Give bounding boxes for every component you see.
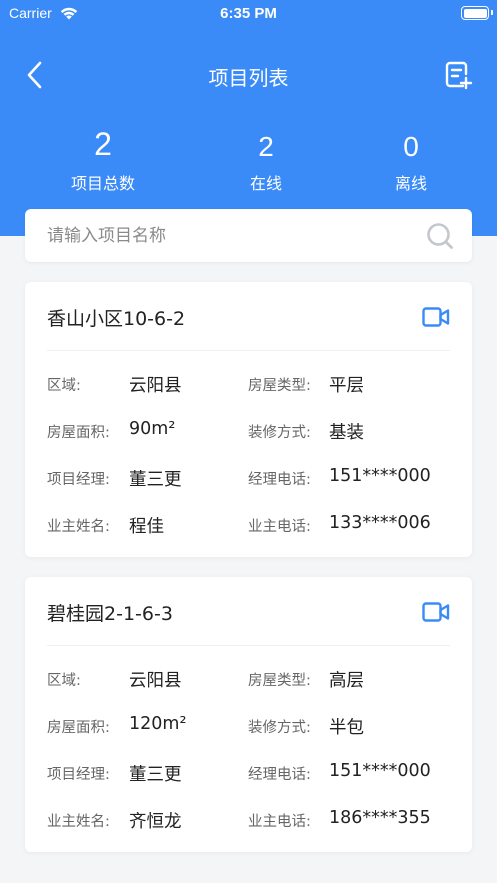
header-background [0, 0, 497, 236]
video-camera-icon[interactable] [422, 306, 450, 328]
field-label: 装修方式: [248, 720, 311, 736]
field-label: 经理电话: [248, 767, 311, 783]
field-label: 经理电话: [248, 472, 311, 488]
field-value[interactable]: 151****000 [329, 466, 431, 486]
field-value: 基装 [329, 423, 364, 443]
field-label: 区域: [47, 673, 81, 689]
field-value: 120m² [129, 714, 187, 734]
field-value: 90m² [129, 419, 176, 439]
field-value[interactable]: 133****006 [329, 513, 431, 533]
stat-offline-value: 0 [403, 131, 419, 162]
battery-icon [461, 6, 489, 20]
stat-online-label: 在线 [249, 174, 282, 193]
field-label: 业主姓名: [47, 814, 110, 830]
field-value: 董三更 [129, 765, 182, 785]
project-stats: 2 项目总数 2 在线 0 离线 [0, 124, 497, 200]
project-card[interactable]: 碧桂园2-1-6-3 区域: 云阳县 房屋类型: 高层 房屋面积: 120m² … [25, 577, 472, 852]
info-row: 房屋面积: 90m² 装修方式: 基装 [47, 419, 450, 445]
stat-offline[interactable]: 0 离线 [336, 124, 486, 194]
field-label: 装修方式: [248, 425, 311, 441]
search-bar [25, 209, 472, 262]
field-label: 项目经理: [47, 472, 110, 488]
field-value: 高层 [329, 671, 364, 691]
stat-online-value: 2 [258, 131, 274, 162]
info-row: 业主姓名: 齐恒龙 业主电话: 186****355 [47, 808, 450, 834]
field-label: 房屋面积: [47, 425, 110, 441]
battery-tip [491, 10, 493, 15]
status-bar: Carrier 6:35 PM [0, 0, 497, 26]
project-name: 碧桂园2-1-6-3 [47, 603, 173, 625]
field-label: 房屋类型: [248, 378, 311, 394]
field-value: 半包 [329, 718, 364, 738]
card-divider [47, 645, 450, 646]
field-value: 董三更 [129, 470, 182, 490]
status-time: 6:35 PM [220, 5, 277, 22]
stat-total-label: 项目总数 [70, 174, 135, 193]
video-camera-icon[interactable] [422, 601, 450, 623]
info-row: 区域: 云阳县 房屋类型: 高层 [47, 667, 450, 693]
info-row: 项目经理: 董三更 经理电话: 151****000 [47, 761, 450, 787]
field-value: 程佳 [129, 517, 164, 537]
stat-offline-label: 离线 [394, 174, 427, 193]
field-label: 业主电话: [248, 519, 311, 535]
info-row: 业主姓名: 程佳 业主电话: 133****006 [47, 513, 450, 539]
info-row: 房屋面积: 120m² 装修方式: 半包 [47, 714, 450, 740]
add-document-icon[interactable] [444, 60, 474, 90]
field-value: 齐恒龙 [129, 812, 182, 832]
info-row: 项目经理: 董三更 经理电话: 151****000 [47, 466, 450, 492]
field-value: 平层 [329, 376, 364, 396]
page-title: 项目列表 [208, 66, 289, 90]
stat-online[interactable]: 2 在线 [191, 124, 341, 194]
field-label: 业主姓名: [47, 519, 110, 535]
field-value: 云阳县 [129, 671, 182, 691]
project-name: 香山小区10-6-2 [47, 308, 186, 330]
field-label: 房屋类型: [248, 673, 311, 689]
field-value[interactable]: 151****000 [329, 761, 431, 781]
field-label: 项目经理: [47, 767, 110, 783]
stat-total[interactable]: 2 项目总数 [28, 124, 178, 194]
card-divider [47, 350, 450, 351]
field-label: 区域: [47, 378, 81, 394]
info-row: 区域: 云阳县 房屋类型: 平层 [47, 372, 450, 398]
project-card[interactable]: 香山小区10-6-2 区域: 云阳县 房屋类型: 平层 房屋面积: 90m² 装… [25, 282, 472, 557]
stat-total-value: 2 [94, 126, 112, 162]
field-value[interactable]: 186****355 [329, 808, 431, 828]
field-value: 云阳县 [129, 376, 182, 396]
field-label: 房屋面积: [47, 720, 110, 736]
search-input[interactable] [47, 209, 417, 262]
field-label: 业主电话: [248, 814, 311, 830]
search-icon[interactable] [426, 222, 454, 250]
navigation-bar: 项目列表 [0, 46, 497, 106]
